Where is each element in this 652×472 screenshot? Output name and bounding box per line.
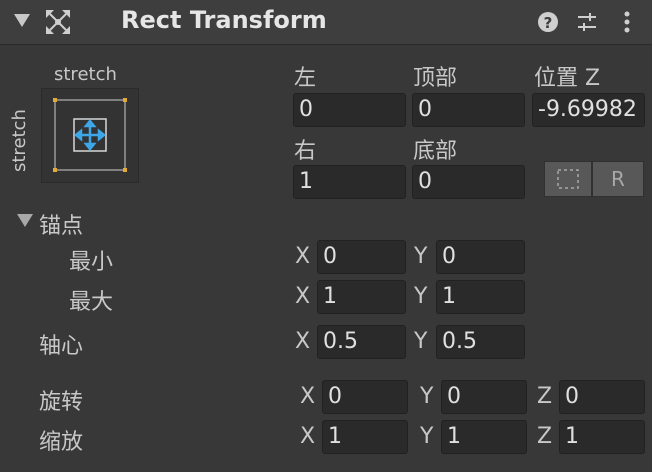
presets-icon[interactable] [576,11,598,33]
blueprint-mode-button[interactable] [544,161,592,197]
top-field[interactable]: 0 [412,93,525,127]
help-icon[interactable]: ? [537,11,559,33]
pos-z-field[interactable]: -9.69982 [532,93,645,127]
collapse-arrow-icon[interactable] [14,14,30,28]
scale-z-axis[interactable]: Z [537,424,552,449]
anchor-min-y-field[interactable]: 0 [436,240,525,274]
scale-y-axis[interactable]: Y [420,424,433,449]
scale-x-field[interactable]: 1 [322,420,408,454]
more-options-icon[interactable] [622,10,632,34]
pivot-x-field[interactable]: 0.5 [317,325,406,359]
rotation-z-field[interactable]: 0 [559,380,645,414]
anchor-vertical-label: stretch [9,109,30,172]
rotation-z-axis[interactable]: Z [537,384,552,409]
anchors-label[interactable]: 锚点 [39,208,83,240]
pivot-label: 轴心 [39,334,84,359]
rotation-x-field[interactable]: 0 [322,380,408,414]
anchor-max-y-field[interactable]: 1 [436,280,525,314]
anchor-horizontal-label: stretch [54,64,117,85]
pos-z-label: 位置 Z [534,66,601,91]
scale-y-field[interactable]: 1 [441,420,527,454]
anchor-min-x-axis[interactable]: X [295,244,310,269]
anchor-max-x-field[interactable]: 1 [317,280,406,314]
rotation-label: 旋转 [39,390,84,415]
scale-label: 缩放 [39,430,84,455]
left-field[interactable]: 0 [293,93,406,127]
bottom-label: 底部 [413,139,458,164]
right-field[interactable]: 1 [293,165,406,199]
pivot-y-field[interactable]: 0.5 [436,325,525,359]
rotation-y-field[interactable]: 0 [441,380,527,414]
pivot-y-axis[interactable]: Y [414,329,427,354]
anchor-min-y-axis[interactable]: Y [414,244,427,269]
right-label: 右 [294,139,317,164]
scale-x-axis[interactable]: X [300,424,315,449]
anchor-min-label: 最小 [69,250,114,275]
scale-z-field[interactable]: 1 [559,420,645,454]
raw-edit-button[interactable]: R [592,161,644,197]
top-label: 顶部 [413,66,458,91]
pivot-x-axis[interactable]: X [295,329,310,354]
anchor-max-label: 最大 [69,290,114,315]
anchors-foldout-arrow-icon[interactable] [17,214,33,228]
anchor-presets-button[interactable] [41,88,139,183]
svg-text:?: ? [544,14,553,32]
rotation-x-axis[interactable]: X [300,384,315,409]
anchor-min-x-field[interactable]: 0 [317,240,406,274]
component-header[interactable]: Rect Transform ? [0,0,652,45]
anchor-max-x-axis[interactable]: X [295,284,310,309]
blueprint-icon [557,169,579,189]
rect-transform-icon [46,10,70,34]
rotation-y-axis[interactable]: Y [420,384,433,409]
bottom-field[interactable]: 0 [412,165,525,199]
anchor-stretch-icon [53,98,127,172]
anchor-max-y-axis[interactable]: Y [414,284,427,309]
component-title: Rect Transform [121,6,327,34]
left-label: 左 [294,66,317,91]
